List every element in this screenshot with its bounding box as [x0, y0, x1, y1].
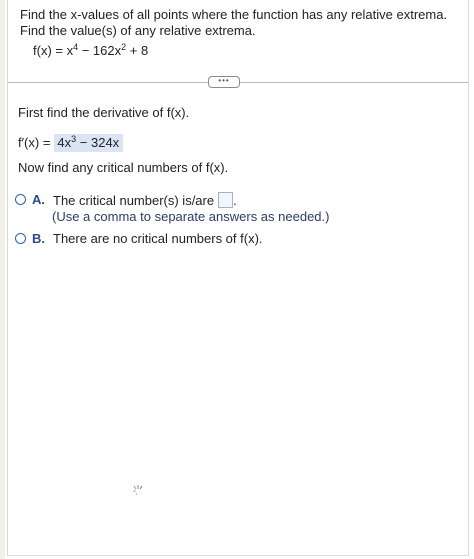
step-critical-text: Now find any critical numbers of f(x).	[18, 160, 229, 175]
option-b[interactable]: B. There are no critical numbers of f(x)…	[15, 231, 263, 247]
option-a[interactable]: A. The critical number(s) is/are.	[15, 192, 237, 209]
formula-part: − 162x	[78, 43, 122, 58]
option-a-label: The critical number(s) is/are	[53, 193, 215, 208]
option-a-hint: (Use a comma to separate answers as need…	[52, 209, 330, 224]
derivative-part: − 324x	[76, 135, 120, 150]
option-a-letter: A.	[32, 192, 45, 207]
option-a-period: .	[233, 193, 237, 208]
option-a-text: The critical number(s) is/are.	[53, 192, 237, 209]
derivative-row: f′(x) = 4x3 − 324x	[18, 134, 124, 152]
option-b-letter: B.	[32, 231, 45, 246]
option-b-text: There are no critical numbers of f(x).	[53, 231, 263, 246]
derivative-part: 4x	[57, 135, 72, 150]
option-b-radio[interactable]	[15, 233, 26, 244]
loading-spinner-icon	[133, 485, 143, 496]
step-derivative-text: First find the derivative of f(x).	[18, 105, 190, 120]
expand-more-button[interactable]: •••	[208, 76, 240, 88]
option-a-radio[interactable]	[15, 194, 26, 205]
formula-part: + 8	[126, 43, 149, 58]
critical-number-input[interactable]	[218, 192, 234, 208]
question-prompt: Find the x-values of all points where th…	[20, 7, 448, 38]
formula-part: f(x) = x	[33, 43, 74, 58]
derivative-answer: 4x3 − 324x	[54, 134, 124, 152]
derivative-label: f′(x) =	[18, 135, 51, 150]
function-formula: f(x) = x4 − 162x2 + 8	[33, 43, 148, 59]
left-edge-strip	[0, 0, 5, 559]
